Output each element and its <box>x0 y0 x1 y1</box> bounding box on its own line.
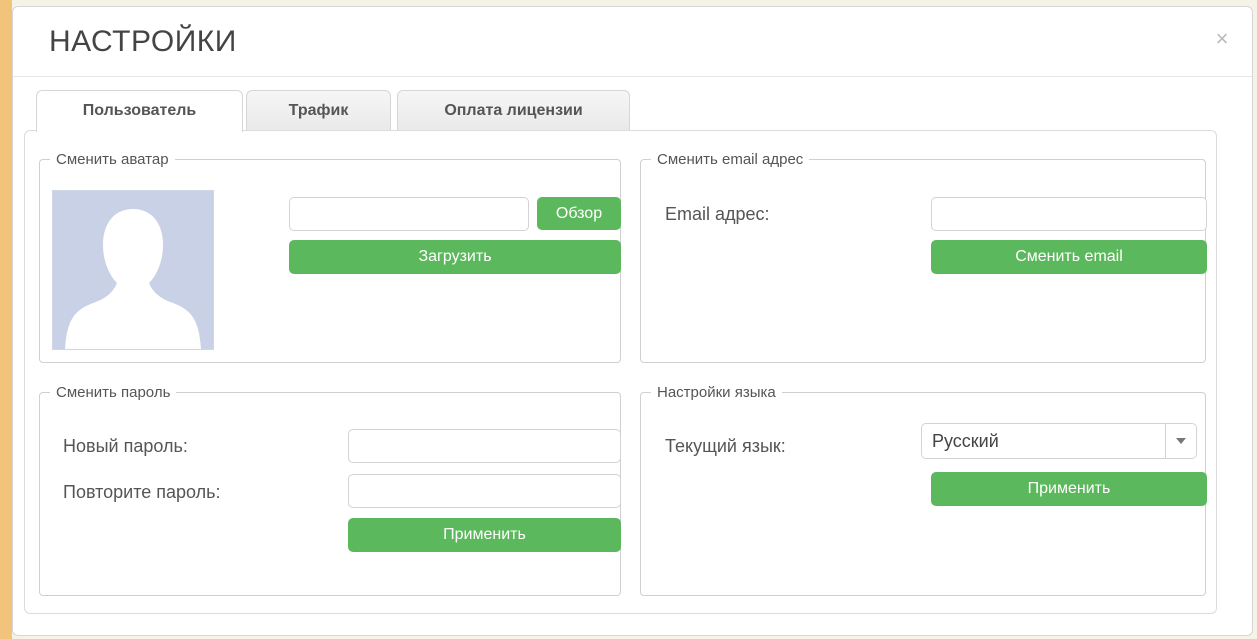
window-accent-edge <box>0 0 12 639</box>
tab-traffic[interactable]: Трафик <box>246 90 391 131</box>
avatar-section-legend: Сменить аватар <box>56 151 169 168</box>
person-silhouette-icon <box>65 209 201 349</box>
tab-user[interactable]: Пользователь <box>36 90 243 132</box>
browse-button[interactable]: Обзор <box>537 197 621 230</box>
repeat-password-input[interactable] <box>348 474 621 508</box>
email-input[interactable] <box>931 197 1207 231</box>
close-icon[interactable]: × <box>1210 27 1234 51</box>
language-select-value: Русский <box>932 431 999 451</box>
modal-header: НАСТРОЙКИ × <box>13 7 1252 77</box>
upload-button[interactable]: Загрузить <box>289 240 621 274</box>
modal-title: НАСТРОЙКИ <box>49 25 237 58</box>
avatar <box>52 190 214 350</box>
tab-license-payment[interactable]: Оплата лицензии <box>397 90 630 131</box>
language-section-legend: Настройки языка <box>657 384 776 401</box>
repeat-password-label: Повторите пароль: <box>63 482 221 502</box>
avatar-file-input[interactable] <box>289 197 529 231</box>
chevron-down-icon[interactable] <box>1176 438 1186 444</box>
email-field-label: Email адрес: <box>665 204 770 224</box>
new-password-input[interactable] <box>348 429 621 463</box>
change-email-button[interactable]: Сменить email <box>931 240 1207 274</box>
apply-password-button[interactable]: Применить <box>348 518 621 552</box>
current-language-label: Текущий язык: <box>665 436 786 456</box>
password-section-legend: Сменить пароль <box>56 384 171 401</box>
language-select[interactable]: Русский <box>921 423 1197 459</box>
email-section-legend: Сменить email адрес <box>657 151 804 168</box>
select-divider <box>1165 424 1166 458</box>
apply-language-button[interactable]: Применить <box>931 472 1207 506</box>
new-password-label: Новый пароль: <box>63 436 188 456</box>
